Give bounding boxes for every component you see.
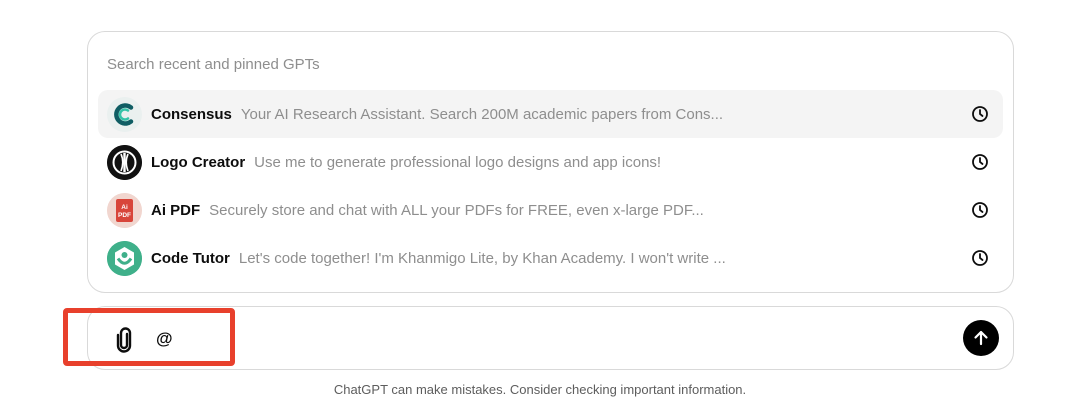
gpt-item-code-tutor[interactable]: Code Tutor Let's code together! I'm Khan… (98, 234, 1003, 282)
arrow-up-icon (974, 330, 988, 346)
gpt-item-name: Consensus (151, 105, 232, 123)
message-composer[interactable]: @ (87, 306, 1014, 370)
gpt-item-logo-creator[interactable]: Logo Creator Use me to generate professi… (98, 138, 1003, 186)
disclaimer-text: ChatGPT can make mistakes. Consider chec… (333, 382, 747, 397)
clock-icon (972, 250, 988, 266)
gpt-list: Consensus Your AI Research Assistant. Se… (98, 90, 1003, 282)
mention-button[interactable]: @ (156, 329, 173, 349)
gpt-item-name: Ai PDF (151, 201, 201, 219)
popup-header: Search recent and pinned GPTs (107, 56, 320, 73)
gpt-item-ai-pdf[interactable]: Ai PDF Ai PDF Securely store and chat wi… (98, 186, 1003, 234)
svg-text:PDF: PDF (118, 212, 131, 219)
gpt-item-description: Use me to generate professional logo des… (254, 153, 662, 171)
consensus-logo-icon (107, 96, 142, 132)
clock-icon (972, 106, 988, 122)
paperclip-icon[interactable] (113, 327, 135, 353)
gpt-item-name: Logo Creator (151, 153, 246, 171)
gpt-item-description: Let's code together! I'm Khanmigo Lite, … (238, 249, 726, 267)
gpt-item-name: Code Tutor (151, 249, 230, 267)
send-button[interactable] (963, 320, 999, 356)
clock-icon (972, 202, 988, 218)
gpt-mention-popup: Search recent and pinned GPTs Consensus … (87, 31, 1014, 293)
logo-creator-icon (107, 144, 142, 180)
khan-academy-icon (107, 240, 142, 276)
ai-pdf-icon-text: Ai (121, 204, 128, 211)
gpt-item-description: Your AI Research Assistant. Search 200M … (240, 105, 724, 123)
gpt-item-description: Securely store and chat with ALL your PD… (209, 201, 704, 219)
clock-icon (972, 154, 988, 170)
gpt-item-consensus[interactable]: Consensus Your AI Research Assistant. Se… (98, 90, 1003, 138)
ai-pdf-icon: Ai PDF (107, 192, 142, 228)
